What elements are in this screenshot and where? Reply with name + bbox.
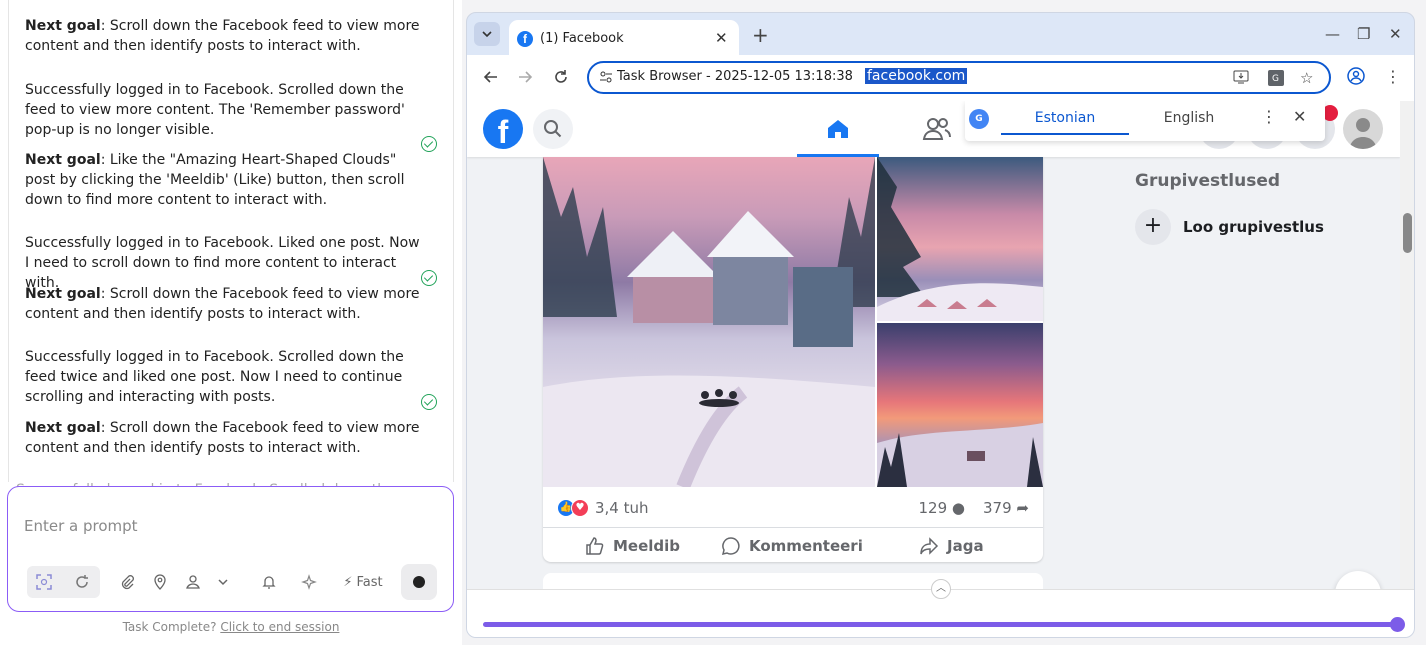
progress-slider[interactable] — [483, 617, 1405, 632]
engagement-counts: 129 ● 379 ➦ — [918, 499, 1029, 517]
progress-slider-handle[interactable] — [1390, 617, 1405, 632]
post-image-bottom-right[interactable] — [877, 323, 1043, 487]
comment-button[interactable]: Kommenteeri — [721, 531, 863, 561]
replay-controls: ︿ — [467, 579, 1414, 637]
profile-icon[interactable] — [182, 566, 204, 598]
translate-icon[interactable]: G — [1267, 69, 1285, 91]
translate-from-tab[interactable]: Estonian — [1001, 101, 1129, 135]
agent-panel: Next goal: Scroll down the Facebook feed… — [0, 0, 462, 645]
translate-to-tab[interactable]: English — [1129, 101, 1249, 135]
end-session-link[interactable]: Click to end session — [220, 620, 339, 634]
share-button[interactable]: Jaga — [919, 531, 984, 561]
message-list[interactable]: Next goal: Scroll down the Facebook feed… — [8, 0, 454, 482]
scrollbar-thumb[interactable] — [1403, 213, 1412, 253]
sparkle-icon[interactable] — [298, 566, 320, 598]
facebook-logo[interactable]: f — [483, 109, 523, 150]
forward-icon[interactable] — [517, 69, 533, 90]
group-chats-section: Grupivestlused + Loo grupivestlus — [1135, 171, 1324, 245]
task-complete-note: Task Complete? Click to end session — [122, 620, 340, 634]
page-scrollbar[interactable] — [1400, 101, 1414, 589]
attach-icon[interactable] — [116, 566, 138, 598]
comment-icon — [721, 537, 740, 556]
svg-text:G: G — [1272, 74, 1279, 84]
address-bar[interactable]: Task Browser - 2025-12-05 13:18:38 faceb… — [587, 61, 1331, 94]
translate-popup: G Estonian English ⋮ ✕ — [965, 101, 1325, 141]
feed-post: 👍 ♥ 3,4 tuh 129 ● 379 ➦ Meeldib Kommente… — [543, 157, 1043, 562]
shares-count[interactable]: 379 ➦ — [983, 499, 1029, 517]
create-group-chat-button[interactable]: + Loo grupivestlus — [1135, 209, 1395, 245]
profile-icon[interactable] — [1347, 67, 1365, 89]
post-actions: Meeldib Kommenteeri Jaga — [543, 527, 1043, 556]
reaction-summary[interactable]: 👍 ♥ 3,4 tuh — [557, 499, 649, 517]
friends-tab[interactable] — [907, 101, 967, 157]
tab-close-icon[interactable]: ✕ — [715, 29, 728, 47]
group-chats-title: Grupivestlused — [1135, 171, 1281, 191]
tab-title: (1) Facebook — [540, 31, 624, 46]
plus-icon: + — [1135, 209, 1171, 245]
translate-close-icon[interactable]: ✕ — [1293, 107, 1306, 126]
page-viewport: f G Estonian English ⋮ ✕ 👍 ♥ 3,4 tuh 129… — [467, 101, 1400, 589]
minimize-icon[interactable]: — — [1325, 25, 1340, 43]
translate-options-icon[interactable]: ⋮ — [1261, 107, 1277, 126]
message-next-goal: Next goal: Like the "Amazing Heart-Shape… — [25, 152, 405, 208]
google-translate-icon: G — [969, 109, 989, 129]
create-group-chat-label: Loo grupivestlus — [1183, 218, 1324, 236]
location-icon[interactable] — [149, 566, 171, 598]
new-tab-icon[interactable]: + — [752, 23, 769, 47]
lightning-icon: ⚡ — [343, 574, 353, 590]
browser-toolbar: Task Browser - 2025-12-05 13:18:38 faceb… — [467, 55, 1414, 101]
share-arrow-icon: ➦ — [1016, 499, 1029, 517]
refresh-mode-icon[interactable] — [70, 566, 94, 598]
message-next-goal: Next goal: Scroll down the Facebook feed… — [25, 420, 420, 456]
avatar[interactable] — [1343, 109, 1383, 149]
home-icon — [828, 120, 848, 138]
chevron-down-icon[interactable] — [212, 566, 234, 598]
facebook-favicon-icon: f — [517, 31, 533, 47]
omnibox-label: Task Browser - 2025-12-05 13:18:38 — [617, 69, 853, 84]
love-reaction-icon: ♥ — [571, 499, 589, 517]
thumbs-up-icon — [586, 537, 604, 555]
post-image-top-right[interactable] — [877, 157, 1043, 321]
restore-icon[interactable]: ❐ — [1357, 25, 1370, 43]
more-menu-icon[interactable]: ⋮ — [1385, 67, 1401, 86]
next-feed-post — [543, 573, 1043, 589]
close-window-icon[interactable]: ✕ — [1389, 25, 1402, 43]
success-check-icon — [421, 394, 437, 410]
fast-mode-button[interactable]: ⚡ Fast — [338, 566, 388, 598]
chevron-up-icon[interactable]: ︿ — [931, 579, 951, 599]
new-message-button[interactable] — [1335, 571, 1381, 589]
post-image-main[interactable] — [543, 157, 875, 487]
like-button[interactable]: Meeldib — [585, 531, 680, 561]
home-tab[interactable] — [797, 101, 879, 157]
back-icon[interactable] — [483, 69, 499, 90]
reactions-count: 3,4 tuh — [595, 499, 649, 517]
omnibox-url[interactable]: facebook.com — [865, 68, 968, 84]
message-status: Successfully logged in to Facebook. Scro… — [25, 349, 404, 405]
comment-bubble-icon: ● — [951, 499, 965, 517]
message-status: Successfully logged in to Facebook. Scro… — [25, 82, 405, 138]
comments-count[interactable]: 129 ● — [918, 499, 965, 517]
install-app-icon[interactable] — [1233, 69, 1249, 89]
tab-facebook[interactable]: f (1) Facebook ✕ — [509, 20, 739, 55]
tab-strip: f (1) Facebook ✕ + — ❐ ✕ — [467, 13, 1414, 55]
search-icon — [544, 120, 562, 138]
bookmark-star-icon[interactable]: ☆ — [1300, 69, 1313, 87]
tab-search-button[interactable] — [474, 22, 500, 46]
search-button[interactable] — [533, 109, 573, 149]
success-check-icon — [421, 270, 437, 286]
reload-icon[interactable] — [553, 69, 569, 90]
alarm-icon[interactable] — [258, 566, 280, 598]
message-next-goal: Next goal: Scroll down the Facebook feed… — [25, 286, 420, 322]
message-next-goal: Next goal: Scroll down the Facebook feed… — [25, 18, 420, 54]
screen-select-icon[interactable] — [32, 566, 56, 598]
share-icon — [920, 537, 939, 555]
prompt-box[interactable]: Enter a prompt ⚡ Fast — [7, 486, 454, 612]
friends-icon — [922, 118, 951, 140]
browser-window: f (1) Facebook ✕ + — ❐ ✕ Task Browser - … — [466, 12, 1415, 638]
success-check-icon — [421, 136, 437, 152]
site-info-icon[interactable] — [599, 70, 613, 88]
chevron-down-icon — [482, 31, 492, 38]
stop-button[interactable] — [401, 564, 437, 600]
prompt-input[interactable]: Enter a prompt — [24, 517, 138, 535]
